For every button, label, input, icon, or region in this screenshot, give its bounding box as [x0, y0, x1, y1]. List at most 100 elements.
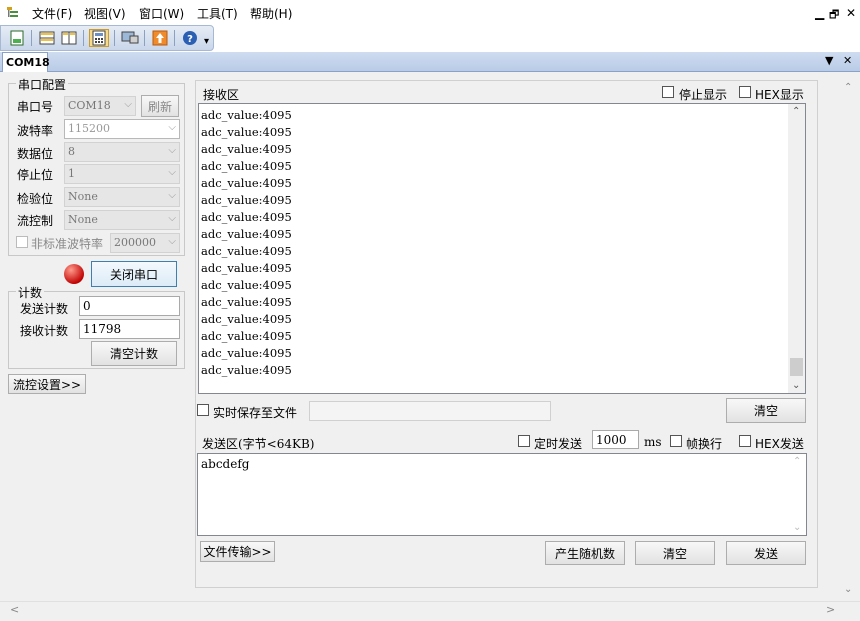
- calculator-icon[interactable]: [89, 29, 109, 47]
- databits-select[interactable]: 8 ⌵: [64, 142, 180, 162]
- upload-icon[interactable]: [150, 29, 170, 47]
- receive-line: adc_value:4095: [201, 108, 292, 122]
- baud-select[interactable]: 115200 ⌵: [64, 119, 180, 139]
- interval-unit: ms: [644, 435, 662, 449]
- scroll-left-icon[interactable]: <: [10, 603, 19, 616]
- scroll-up-icon[interactable]: ⌃: [844, 82, 852, 93]
- window-vscrollbar[interactable]: ⌃ ⌄: [840, 80, 858, 600]
- refresh-button[interactable]: 刷新: [141, 95, 179, 117]
- stop-display-checkbox[interactable]: [662, 86, 674, 98]
- scroll-down-icon[interactable]: ⌄: [844, 584, 852, 595]
- port-select[interactable]: COM18 ⌵: [64, 96, 136, 116]
- clear-count-button[interactable]: 清空计数: [91, 341, 177, 366]
- hex-display-label: HEX显示: [755, 88, 804, 102]
- receive-line: adc_value:4095: [201, 363, 292, 377]
- menu-view[interactable]: 视图(V): [84, 5, 126, 22]
- scroll-right-icon[interactable]: >: [826, 603, 835, 616]
- receive-line: adc_value:4095: [201, 278, 292, 292]
- recv-count-field: 11798: [79, 319, 180, 339]
- nonstd-baud-checkbox[interactable]: [16, 236, 28, 248]
- stopbits-select[interactable]: 1 ⌵: [64, 164, 180, 184]
- tab-close-icon[interactable]: ✕: [843, 54, 852, 67]
- hex-send-checkbox[interactable]: [739, 435, 751, 447]
- menu-file[interactable]: 文件(F): [32, 5, 72, 22]
- monitor-icon[interactable]: [120, 29, 140, 47]
- receive-scrollbar[interactable]: ⌃ ⌄: [788, 104, 805, 393]
- receive-line: adc_value:4095: [201, 142, 292, 156]
- receive-clear-button[interactable]: 清空: [726, 398, 806, 423]
- svg-text:?: ?: [187, 34, 193, 45]
- help-icon[interactable]: ?: [180, 29, 200, 47]
- receive-line: adc_value:4095: [201, 176, 292, 190]
- timed-send-label: 定时发送: [534, 437, 583, 451]
- chevron-down-icon: ⌵: [168, 167, 176, 178]
- send-scrollbar[interactable]: ⌃ ⌄: [789, 454, 806, 535]
- minimize-icon[interactable]: ▁: [815, 6, 824, 20]
- nonstd-baud-label: 非标准波特率: [31, 237, 104, 251]
- receive-textarea[interactable]: adc_value:4095 adc_value:4095 adc_value:40…: [198, 103, 806, 394]
- receive-line: adc_value:4095: [201, 193, 292, 207]
- send-title: 发送区(字节<64KB): [202, 437, 315, 451]
- recv-count-label: 接收计数: [20, 324, 69, 338]
- nonstd-baud-value: 200000: [114, 236, 156, 249]
- tab-bar: [0, 52, 860, 72]
- nonstd-baud-select[interactable]: 200000 ⌵: [110, 233, 180, 253]
- send-button[interactable]: 发送: [726, 541, 806, 565]
- receive-line: adc_value:4095: [201, 244, 292, 258]
- realtime-save-checkbox[interactable]: [197, 404, 209, 416]
- chevron-down-icon: ⌵: [168, 122, 176, 133]
- app-icon: [7, 7, 18, 17]
- menu-help[interactable]: 帮助(H): [250, 5, 292, 22]
- baud-value: 115200: [68, 122, 110, 135]
- receive-line: adc_value:4095: [201, 210, 292, 224]
- random-button[interactable]: 产生随机数: [545, 541, 625, 565]
- chevron-down-icon: ⌵: [168, 213, 176, 224]
- scroll-up-icon[interactable]: ⌃: [792, 106, 800, 117]
- scroll-down-icon[interactable]: ⌄: [793, 522, 801, 533]
- flow-label: 流控制: [17, 214, 54, 228]
- window-hscrollbar[interactable]: < >: [0, 601, 860, 619]
- chevron-down-icon: ⌵: [168, 190, 176, 201]
- flow-select[interactable]: None ⌵: [64, 210, 180, 230]
- tab-list-icon[interactable]: ▼: [825, 54, 833, 67]
- realtime-save-label: 实时保存至文件: [213, 406, 298, 420]
- stopbits-label: 停止位: [17, 168, 54, 182]
- receive-line: adc_value:4095: [201, 346, 292, 360]
- baud-label: 波特率: [17, 124, 54, 138]
- scroll-up-icon[interactable]: ⌃: [793, 456, 801, 467]
- send-textarea[interactable]: abcdefg ⌃ ⌄: [197, 453, 807, 536]
- databits-value: 8: [68, 145, 75, 158]
- split-vertical-icon[interactable]: [59, 29, 79, 47]
- close-icon[interactable]: ✕: [846, 6, 856, 20]
- split-horizontal-icon[interactable]: [37, 29, 57, 47]
- receive-line: adc_value:4095: [201, 261, 292, 275]
- chevron-down-icon: ⌵: [124, 99, 132, 110]
- interval-input[interactable]: 1000: [592, 430, 639, 449]
- scroll-down-icon[interactable]: ⌄: [792, 380, 800, 391]
- newline-label: 帧换行: [686, 437, 723, 451]
- timed-send-checkbox[interactable]: [518, 435, 530, 447]
- stopbits-value: 1: [68, 167, 75, 180]
- newline-checkbox[interactable]: [670, 435, 682, 447]
- file-transfer-button[interactable]: 文件传输>>: [200, 541, 275, 562]
- save-path-field[interactable]: [309, 401, 551, 421]
- sent-count-label: 发送计数: [20, 302, 69, 316]
- tab-com18[interactable]: COM18: [2, 52, 50, 72]
- menu-window[interactable]: 窗口(W): [139, 5, 184, 22]
- receive-line: adc_value:4095: [201, 312, 292, 326]
- receive-lines: adc_value:4095 adc_value:4095 adc_value:40…: [201, 107, 292, 379]
- parity-select[interactable]: None ⌵: [64, 187, 180, 207]
- new-doc-icon[interactable]: [7, 29, 27, 47]
- close-port-button[interactable]: 关闭串口: [91, 261, 177, 287]
- parity-value: None: [68, 190, 98, 203]
- flow-settings-button[interactable]: 流控设置>>: [8, 374, 86, 394]
- scroll-thumb[interactable]: [790, 358, 803, 376]
- restore-icon[interactable]: 🗗: [829, 6, 839, 25]
- chevron-down-icon: ⌵: [168, 145, 176, 156]
- port-value: COM18: [68, 99, 111, 112]
- receive-line: adc_value:4095: [201, 227, 292, 241]
- menu-tools[interactable]: 工具(T): [197, 5, 238, 22]
- send-clear-button[interactable]: 清空: [635, 541, 715, 565]
- hex-display-checkbox[interactable]: [739, 86, 751, 98]
- toolbar-overflow-icon[interactable]: ▾: [204, 36, 209, 47]
